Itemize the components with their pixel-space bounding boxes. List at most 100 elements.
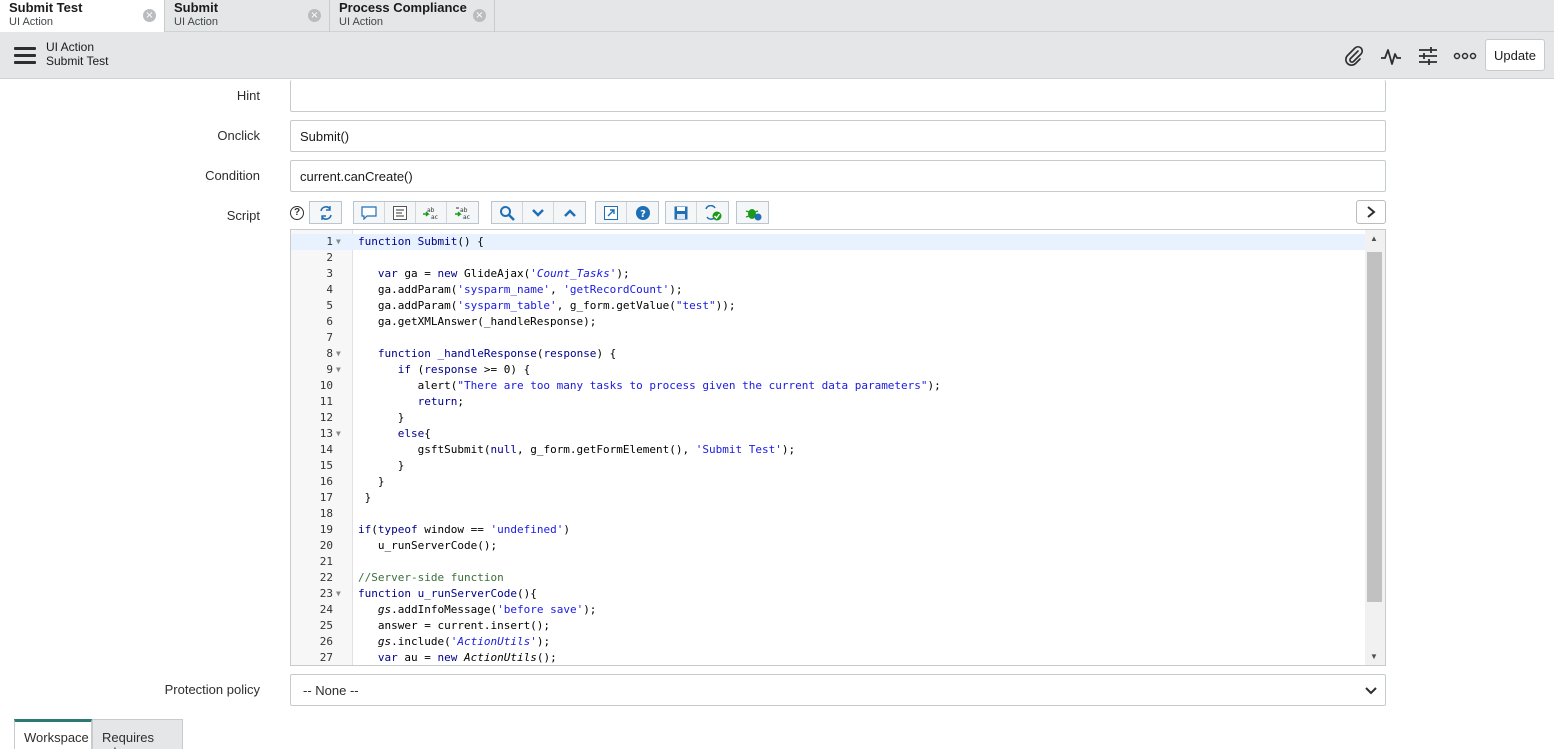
- more-icon[interactable]: [1452, 43, 1478, 69]
- code-line[interactable]: 8 ▼ function _handleResponse(response) {: [291, 346, 1365, 362]
- code-text: }: [358, 475, 385, 488]
- vertical-scrollbar[interactable]: ▲ ▼: [1365, 230, 1385, 665]
- help-icon[interactable]: ?: [627, 202, 658, 223]
- update-button[interactable]: Update: [1485, 39, 1545, 71]
- tab-requires-role[interactable]: Requires role: [92, 719, 183, 749]
- code-line[interactable]: 16 }: [291, 474, 1365, 490]
- code-line[interactable]: 19 if(typeof window == 'undefined'): [291, 522, 1365, 538]
- comment-icon[interactable]: [354, 202, 385, 223]
- line-number: 24: [319, 603, 333, 616]
- svg-text:ac: ac: [431, 214, 438, 220]
- code-line[interactable]: 13 ▼ else{: [291, 426, 1365, 442]
- record-type: UI Action: [46, 40, 95, 54]
- code-line[interactable]: 7: [291, 330, 1365, 346]
- scroll-down-icon[interactable]: ▼: [1370, 652, 1378, 661]
- code-line[interactable]: 11 return;: [291, 394, 1365, 410]
- close-icon[interactable]: ×: [143, 9, 156, 22]
- search-prev-icon[interactable]: [554, 202, 585, 223]
- hint-label: Hint: [236, 88, 260, 103]
- search-next-icon[interactable]: [523, 202, 554, 223]
- script-toolbar-group-debug: [736, 201, 769, 224]
- code-text: var ga = new GlideAjax('Count_Tasks');: [377, 267, 630, 280]
- replace-all-icon[interactable]: ab ac: [447, 202, 478, 223]
- code-line[interactable]: 26 gs.include('ActionUtils');: [291, 634, 1365, 650]
- search-icon[interactable]: [492, 202, 523, 223]
- record-header: UI Action Submit Test Update: [0, 32, 1554, 79]
- code-line[interactable]: 12 }: [291, 410, 1365, 426]
- code-line[interactable]: 20 u_runServerCode();: [291, 538, 1365, 554]
- svg-text:?: ?: [640, 209, 646, 220]
- code-line[interactable]: 9 ▼ if (response >= 0) {: [291, 362, 1365, 378]
- onclick-input[interactable]: Submit(): [290, 120, 1386, 152]
- line-number: 26: [319, 635, 333, 648]
- line-number: 14: [319, 443, 333, 456]
- line-number: 5: [326, 299, 333, 312]
- line-number: 27: [319, 651, 333, 664]
- line-number: 8: [326, 347, 333, 360]
- script-toolbar-group-edit: ab ac ab ac: [353, 201, 479, 224]
- code-text: //Server-side function: [358, 571, 504, 584]
- fold-toggle-icon[interactable]: ▼: [336, 362, 341, 378]
- script-check-icon[interactable]: [697, 202, 728, 223]
- sliders-icon[interactable]: [1415, 43, 1441, 69]
- code-line[interactable]: 10 alert("There are too many tasks to pr…: [291, 378, 1365, 394]
- code-line[interactable]: 14 gsftSubmit(null, g_form.getFormElemen…: [291, 442, 1365, 458]
- protection-policy-select[interactable]: -- None --: [290, 674, 1386, 706]
- code-line[interactable]: 18: [291, 506, 1365, 522]
- line-number: 9: [326, 363, 333, 376]
- close-icon[interactable]: ×: [308, 9, 321, 22]
- fold-toggle-icon[interactable]: ▼: [336, 586, 341, 602]
- fold-toggle-icon[interactable]: ▼: [336, 426, 341, 442]
- code-line[interactable]: 15 }: [291, 458, 1365, 474]
- line-number: 23: [319, 587, 333, 600]
- code-line[interactable]: 3 var ga = new GlideAjax('Count_Tasks');: [291, 266, 1365, 282]
- code-text: function Submit() {: [358, 235, 484, 248]
- code-line[interactable]: 27 var au = new ActionUtils();: [291, 650, 1365, 665]
- fold-toggle-icon[interactable]: ▼: [336, 234, 341, 250]
- close-icon[interactable]: ×: [473, 9, 486, 22]
- script-toolbar-group-save: [665, 201, 729, 224]
- code-line[interactable]: 23 ▼ function u_runServerCode(){: [291, 586, 1365, 602]
- paperclip-icon[interactable]: [1341, 43, 1367, 69]
- code-line[interactable]: 6 ga.getXMLAnswer(_handleResponse);: [291, 314, 1365, 330]
- code-line[interactable]: 4 ga.addParam('sysparm_name', 'getRecord…: [291, 282, 1365, 298]
- help-icon[interactable]: ?: [290, 206, 304, 220]
- tab-workspace[interactable]: Workspace: [14, 719, 92, 749]
- code-line[interactable]: 5 ga.addParam('sysparm_table', g_form.ge…: [291, 298, 1365, 314]
- code-line[interactable]: 24 gs.addInfoMessage('before save');: [291, 602, 1365, 618]
- code-text: ga.addParam('sysparm_table', g_form.getV…: [358, 299, 736, 312]
- tab-submit-test[interactable]: Submit Test UI Action ×: [0, 0, 165, 33]
- condition-input[interactable]: current.canCreate(): [290, 160, 1386, 192]
- fullscreen-icon[interactable]: [596, 202, 627, 223]
- toggle-syntax-icon[interactable]: [310, 202, 341, 223]
- format-icon[interactable]: [385, 202, 416, 223]
- hamburger-menu-icon[interactable]: [14, 47, 36, 64]
- expand-panel-button[interactable]: [1356, 200, 1386, 224]
- code-line[interactable]: 2: [291, 250, 1365, 266]
- code-line[interactable]: 1 ▼ function Submit() {: [291, 234, 1365, 250]
- scroll-up-icon[interactable]: ▲: [1370, 234, 1378, 243]
- line-number: 3: [326, 267, 333, 280]
- code-line[interactable]: 25 answer = current.insert();: [291, 618, 1365, 634]
- code-text: }: [358, 491, 372, 504]
- fold-toggle-icon[interactable]: ▼: [336, 346, 341, 362]
- tab-submit[interactable]: Submit UI Action ×: [165, 0, 330, 32]
- protection-policy-label: Protection policy: [164, 682, 260, 697]
- replace-icon[interactable]: ab ac: [416, 202, 447, 223]
- save-icon[interactable]: [666, 202, 697, 223]
- line-number: 12: [319, 411, 333, 424]
- activity-icon[interactable]: [1378, 43, 1404, 69]
- tab-strip: Submit Test UI Action × Submit UI Action…: [0, 0, 1554, 33]
- tab-subtitle: UI Action: [9, 16, 54, 28]
- code-line[interactable]: 21: [291, 554, 1365, 570]
- code-line[interactable]: 22 //Server-side function: [291, 570, 1365, 586]
- tab-title: Process Compliance: [339, 0, 467, 15]
- tab-subtitle: UI Action: [339, 16, 384, 28]
- tab-process-compliance[interactable]: Process Compliance UI Action ×: [330, 0, 495, 32]
- script-editor[interactable]: 1 ▼ function Submit() {2 3 var ga = new Gli…: [290, 229, 1386, 666]
- scrollbar-thumb[interactable]: [1367, 252, 1382, 602]
- debug-icon[interactable]: [737, 202, 768, 223]
- line-number: 13: [319, 427, 333, 440]
- code-line[interactable]: 17 }: [291, 490, 1365, 506]
- hint-input[interactable]: [290, 80, 1386, 112]
